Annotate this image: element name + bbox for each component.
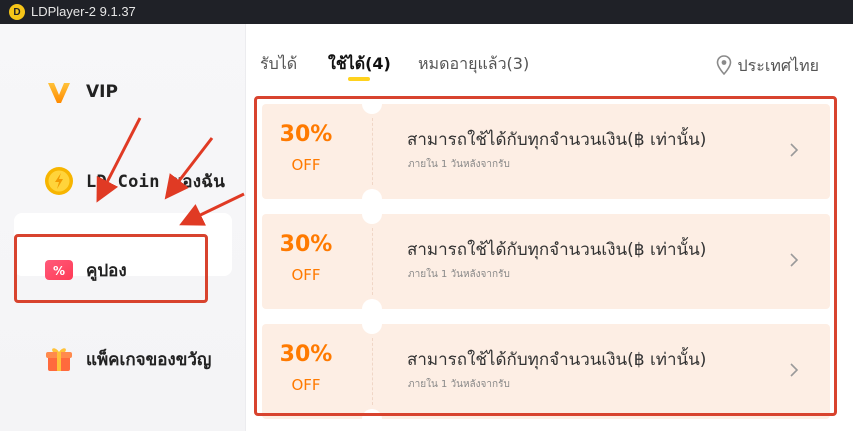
tab-usable[interactable]: ใช้ได้(4) [328, 52, 391, 77]
location-pin-icon [716, 54, 732, 79]
sidebar-item-ld-coin[interactable]: LD Coin ของฉัน [0, 151, 245, 211]
ld-coin-icon [44, 166, 74, 196]
sidebar-item-label: LD Coin ของฉัน [86, 171, 226, 192]
sidebar-item-label: VIP [86, 82, 118, 102]
annotation-highlight-coupon [14, 234, 208, 303]
logo-text: D [13, 6, 21, 18]
annotation-highlight-coupons [254, 96, 837, 416]
sidebar-item-vip[interactable]: VIP [0, 62, 245, 122]
title-bar: D LDPlayer-2 9.1.37 [0, 0, 853, 24]
ldplayer-logo-icon: D [9, 4, 25, 20]
tab-receivable[interactable]: รับได้ [260, 52, 297, 77]
sidebar-item-gift-package[interactable]: แพ็คเกจของขวัญ [0, 329, 245, 389]
region-selector[interactable]: ประเทศไทย [716, 54, 819, 79]
sidebar-item-label: แพ็คเกจของขวัญ [86, 349, 212, 370]
region-label: ประเทศไทย [737, 56, 819, 75]
tab-expired[interactable]: หมดอายุแล้ว(3) [418, 52, 529, 77]
active-tab-indicator [348, 77, 370, 81]
gift-icon [44, 344, 74, 374]
coupon-tabs: รับได้ ใช้ได้(4) หมดอายุแล้ว(3) ประเทศไท… [246, 24, 853, 92]
window-title: LDPlayer-2 9.1.37 [31, 4, 136, 19]
vip-icon [44, 77, 74, 107]
